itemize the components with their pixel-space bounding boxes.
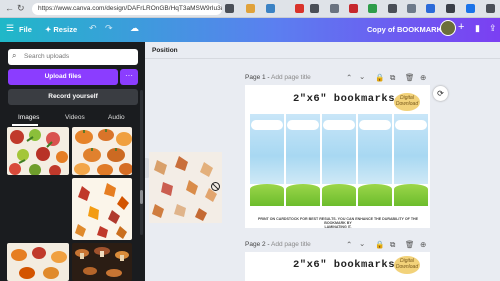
add-page-icon[interactable]: ⊕ <box>420 240 426 249</box>
print-instructions-line2: LAMINATING IT. <box>324 225 352 229</box>
extension-icon[interactable] <box>225 4 234 13</box>
bookmark-strip[interactable] <box>250 114 284 206</box>
upload-thumbnail[interactable] <box>72 127 132 175</box>
print-instructions-line1: PRINT ON CARDSTOCK FOR BEST RESULTS. YOU… <box>257 217 419 225</box>
lock-icon[interactable]: 🔒 <box>375 240 384 249</box>
search-input[interactable]: ⌕ Search uploads <box>8 49 138 65</box>
bookmark-strip[interactable] <box>394 114 428 206</box>
upload-options-button[interactable]: ··· <box>120 69 138 85</box>
puzzle-icon[interactable] <box>388 4 397 13</box>
extension-icon[interactable] <box>246 4 255 13</box>
cloud-save-icon[interactable]: ☁ <box>130 23 139 34</box>
cloud-shape <box>251 120 283 130</box>
digital-download-badge[interactable]: Digital Download <box>394 93 420 111</box>
extension-icon[interactable] <box>426 4 435 13</box>
extension-icon[interactable] <box>266 4 275 13</box>
resize-label: Resize <box>53 25 78 34</box>
extension-icon[interactable] <box>330 4 339 13</box>
avatar[interactable] <box>440 20 456 36</box>
upload-thumbnail[interactable] <box>7 127 69 175</box>
extension-icon[interactable] <box>368 4 377 13</box>
trash-icon[interactable]: 🗑 <box>405 73 415 82</box>
bookmark-strip[interactable] <box>286 114 320 206</box>
cloud-shape <box>359 120 391 130</box>
menu-icon[interactable] <box>486 4 495 13</box>
pumpkin-pattern-image <box>74 129 132 175</box>
panel-scrollbar-track[interactable] <box>140 90 143 235</box>
chevron-down-icon[interactable]: ⌄ <box>359 72 365 81</box>
pinterest-icon[interactable] <box>349 4 358 13</box>
duplicate-icon[interactable]: ⧉ <box>390 240 395 250</box>
page-title-placeholder: Add page title <box>271 241 311 248</box>
editor-header: ☰ File ✦ Resize ↶ ↷ ☁ Copy of BOOKMARKS … <box>0 18 500 42</box>
tab-images[interactable]: Images <box>18 114 39 121</box>
bookmark-heading[interactable]: 2"x6" bookmarks <box>293 259 395 271</box>
position-button[interactable]: Position <box>152 47 178 54</box>
page-number: Page 1 <box>245 74 266 81</box>
tab-videos[interactable]: Videos <box>65 114 85 121</box>
mushroom-pattern-image <box>75 247 129 277</box>
record-yourself-button[interactable]: Record yourself <box>8 89 138 105</box>
pumpkin-harvest-image <box>11 247 67 279</box>
extension-icon[interactable] <box>407 4 416 13</box>
upload-thumbnail[interactable] <box>7 243 69 281</box>
file-menu[interactable]: File <box>19 25 32 34</box>
autumn-leaves-image <box>75 183 129 239</box>
grass-hill <box>394 184 428 206</box>
cloud-shape <box>287 120 319 130</box>
page-title-placeholder: Add page title <box>271 74 311 81</box>
bar-chart-icon[interactable]: ▮ <box>475 23 480 34</box>
resize-button[interactable]: ✦ Resize <box>45 25 77 34</box>
refresh-icon[interactable]: ⟳ <box>433 86 448 101</box>
cloud-shape <box>323 120 355 130</box>
extension-icon[interactable] <box>295 4 304 13</box>
page-title-2[interactable]: Page 2 - Add page title <box>245 241 311 248</box>
digital-download-badge[interactable]: Digital Download <box>394 256 420 274</box>
upload-thumbnail[interactable] <box>72 243 132 281</box>
grass-hill <box>250 184 284 206</box>
design-title[interactable]: Copy of BOOKMARKS <box>367 25 447 34</box>
extension-icon[interactable] <box>310 4 319 13</box>
menu-icon[interactable]: ☰ <box>6 23 14 34</box>
share-icon[interactable]: ⇪ <box>489 23 497 34</box>
upload-files-button[interactable]: Upload files <box>8 69 118 85</box>
lock-icon[interactable]: 🔒 <box>375 73 384 82</box>
arrow-left-icon[interactable]: ← <box>5 3 14 13</box>
bookmark-heading[interactable]: 2"x6" bookmarks <box>293 93 395 105</box>
chevron-up-icon[interactable]: ⌃ <box>346 240 352 249</box>
extension-icon[interactable] <box>446 4 455 13</box>
no-drop-icon <box>211 182 220 191</box>
browser-toolbar: ← ↻ https://www.canva.com/design/DAFrLRO… <box>0 0 500 18</box>
trash-icon[interactable]: 🗑 <box>405 240 415 249</box>
page-title-1[interactable]: Page 1 - Add page title <box>245 74 311 81</box>
bookmark-strip[interactable] <box>358 114 392 206</box>
redo-icon[interactable]: ↷ <box>105 23 113 34</box>
chevron-down-icon[interactable]: ⌄ <box>359 239 365 248</box>
toolbar-divider <box>145 58 500 59</box>
panel-scrollbar-thumb[interactable] <box>140 190 143 204</box>
apple-pattern-image <box>9 129 68 175</box>
grass-hill <box>358 184 392 206</box>
duplicate-icon[interactable]: ⧉ <box>390 73 395 83</box>
active-tab-indicator <box>12 124 38 126</box>
print-instructions[interactable]: PRINT ON CARDSTOCK FOR BEST RESULTS. YOU… <box>256 217 420 229</box>
upload-thumbnail[interactable] <box>72 178 132 240</box>
undo-icon[interactable]: ↶ <box>89 23 97 34</box>
page-number: Page 2 <box>245 241 266 248</box>
address-bar[interactable]: https://www.canva.com/design/DAFrLROnGB/… <box>32 3 222 15</box>
search-icon: ⌕ <box>12 51 17 60</box>
search-placeholder: Search uploads <box>24 53 70 60</box>
bookmark-strip[interactable] <box>322 114 356 206</box>
grass-hill <box>286 184 320 206</box>
chevron-up-icon[interactable]: ⌃ <box>346 73 352 82</box>
extension-icon[interactable] <box>466 4 475 13</box>
tab-audio[interactable]: Audio <box>108 114 125 121</box>
cloud-shape <box>395 120 427 130</box>
reload-icon[interactable]: ↻ <box>17 3 25 14</box>
add-collaborator-icon[interactable]: + <box>458 21 464 33</box>
grass-hill <box>322 184 356 206</box>
add-page-icon[interactable]: ⊕ <box>420 73 426 82</box>
